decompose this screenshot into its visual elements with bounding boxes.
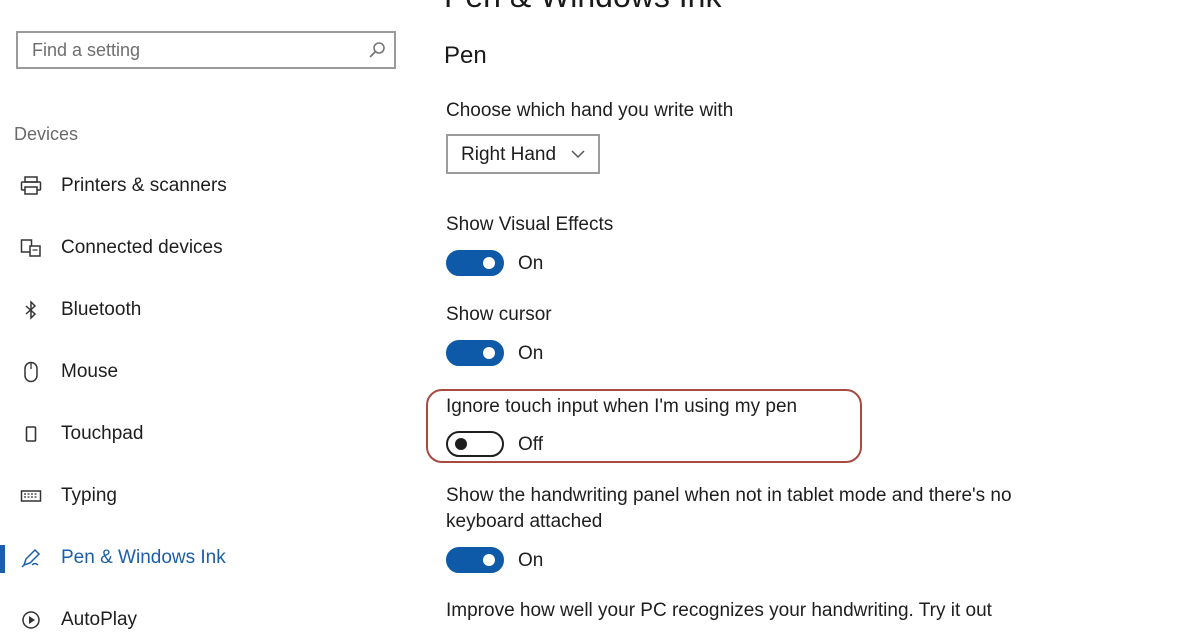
sidebar-item-label: Bluetooth <box>61 299 142 320</box>
search-icon[interactable] <box>368 41 386 59</box>
sidebar-item-label: Typing <box>61 485 117 506</box>
improve-handwriting-label: Improve how well your PC recognizes your… <box>446 600 992 621</box>
hand-dropdown-value: Right Hand <box>461 144 557 165</box>
sidebar-item-label: Mouse <box>61 361 119 382</box>
toggle-knob <box>483 554 495 566</box>
ignore-touch-state: Off <box>518 434 543 455</box>
show-cursor-label: Show cursor <box>446 304 552 325</box>
pen-icon <box>20 547 42 569</box>
toggle-knob <box>455 438 467 450</box>
mouse-icon <box>20 361 42 383</box>
hand-label: Choose which hand you write with <box>446 100 734 121</box>
sidebar-item-touchpad[interactable]: Touchpad <box>0 414 400 454</box>
hand-dropdown[interactable]: Right Hand <box>446 134 600 174</box>
sidebar-section-devices: Devices <box>14 124 79 144</box>
handwriting-panel-state: On <box>518 550 544 571</box>
sidebar-item-label: Printers & scanners <box>61 175 227 196</box>
keyboard-icon <box>20 485 42 507</box>
ignore-touch-toggle[interactable] <box>446 431 504 457</box>
printer-icon <box>20 175 42 197</box>
chevron-down-icon <box>571 150 585 159</box>
sidebar-item-bluetooth[interactable]: Bluetooth <box>0 290 400 330</box>
connected-devices-icon <box>20 237 42 259</box>
bluetooth-icon <box>20 299 42 321</box>
touchpad-icon <box>20 423 42 445</box>
handwriting-panel-toggle[interactable] <box>446 547 504 573</box>
handwriting-panel-label: Show the handwriting panel when not in t… <box>446 485 1012 532</box>
visual-effects-label: Show Visual Effects <box>446 214 614 235</box>
search-input[interactable] <box>18 33 362 67</box>
visual-effects-state: On <box>518 253 544 274</box>
toggle-knob <box>483 347 495 359</box>
sidebar-item-connected-devices[interactable]: Connected devices <box>0 228 400 268</box>
sidebar-item-mouse[interactable]: Mouse <box>0 352 400 392</box>
sidebar-item-printers[interactable]: Printers & scanners <box>0 166 400 206</box>
sidebar-item-autoplay[interactable]: AutoPlay <box>0 600 400 640</box>
sidebar-item-label: Connected devices <box>61 237 223 258</box>
sidebar-item-typing[interactable]: Typing <box>0 476 400 516</box>
show-cursor-toggle[interactable] <box>446 340 504 366</box>
search-box[interactable] <box>16 31 396 69</box>
sidebar-item-label: Pen & Windows Ink <box>61 547 226 568</box>
ignore-touch-label: Ignore touch input when I'm using my pen <box>446 396 798 417</box>
active-indicator <box>0 545 5 573</box>
visual-effects-toggle[interactable] <box>446 250 504 276</box>
page-title: Pen & Windows Ink <box>444 0 721 15</box>
toggle-knob <box>483 257 495 269</box>
sidebar-item-label: Touchpad <box>61 423 144 444</box>
show-cursor-state: On <box>518 343 544 364</box>
section-title-pen: Pen <box>444 42 487 69</box>
sidebar-item-pen-windows-ink[interactable]: Pen & Windows Ink <box>0 538 400 578</box>
